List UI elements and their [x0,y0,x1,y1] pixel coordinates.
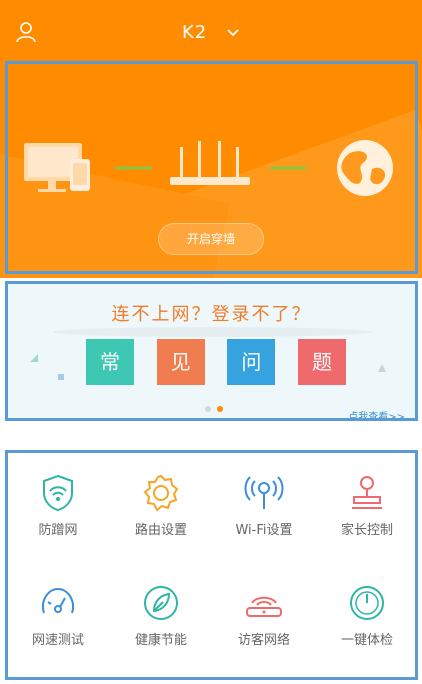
faq-tile: 常 [86,339,134,385]
network-diagram [24,140,393,196]
enable-wall-penetration-button[interactable]: 开启穿墙 [158,223,264,255]
device-name-label: K2 [182,22,208,43]
leaf-icon [144,586,178,620]
gear-icon [143,474,179,512]
shield-wifi-icon [43,474,73,512]
banner-title: 连不上网？登录不了？ [111,304,312,325]
feature-grid: 防蹭网 路由设置 Wi-Fi设置 家长控制 网速测试 健康节能 访客网络 一键体… [5,450,418,680]
carousel-dot-active[interactable] [217,406,223,412]
carousel-dot[interactable] [205,406,211,412]
feature-label: 访客网络 [237,633,290,648]
feature-label: Wi-Fi设置 [235,523,293,538]
computer-phone-icon [24,143,90,192]
gauge-icon [350,586,384,620]
decoration-icon [378,364,386,372]
device-selector[interactable]: K2 [0,22,422,43]
ribbon-shadow [53,327,373,337]
router-icon [170,141,250,185]
faq-tile: 见 [156,339,205,385]
speedometer-icon [42,587,74,614]
decoration-icon [58,374,64,380]
stamp-icon [352,476,382,509]
chevron-down-icon [227,29,239,37]
feature-speed-test[interactable]: 网速测试 [8,563,108,673]
feature-anti-leech[interactable]: 防蹭网 [8,453,108,563]
header: K2 [0,0,422,62]
feature-label: 防蹭网 [38,523,78,538]
feature-label: 家长控制 [340,523,393,538]
faq-tile: 题 [297,339,346,385]
globe-icon [337,140,393,196]
faq-tile: 问 [227,339,276,385]
see-more-link[interactable]: 点我查看>> [348,408,405,418]
feature-one-click-check[interactable]: 一键体检 [317,563,417,673]
faq-banner[interactable]: 连不上网？登录不了？ 常 见 问 题 点我查看>> [5,281,418,421]
feature-label: 路由设置 [134,523,187,538]
feature-label: 网速测试 [31,633,84,648]
decoration-icon [30,354,38,362]
feature-energy-saving[interactable]: 健康节能 [111,563,211,673]
wifi-antenna-icon [244,476,284,509]
guest-wifi-icon [246,596,282,617]
feature-router-settings[interactable]: 路由设置 [111,453,211,563]
feature-label: 一键体检 [340,633,393,648]
feature-parental-control[interactable]: 家长控制 [317,453,417,563]
faq-tiles: 常 见 问 题 [86,339,346,385]
feature-label: 健康节能 [134,633,187,648]
carousel-dots [205,406,223,412]
feature-wifi-settings[interactable]: Wi-Fi设置 [214,453,314,563]
feature-guest-network[interactable]: 访客网络 [214,563,314,673]
